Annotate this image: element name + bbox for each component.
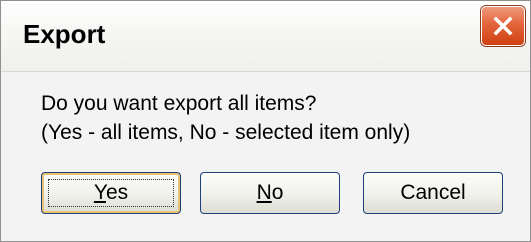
yes-button[interactable]: Yes: [41, 172, 181, 214]
yes-button-label: Yes: [93, 181, 129, 204]
no-button-label: No: [256, 181, 284, 204]
close-button[interactable]: [481, 6, 525, 46]
message-line-1: Do you want export all items?: [41, 92, 317, 115]
no-button[interactable]: No: [200, 172, 340, 214]
cancel-button-label: Cancel: [400, 181, 466, 204]
title-bar[interactable]: Export: [1, 1, 530, 72]
message-line-2: (Yes - all items, No - selected item onl…: [41, 121, 411, 144]
cancel-button[interactable]: Cancel: [363, 172, 503, 214]
close-x-icon: [493, 16, 513, 36]
export-dialog: Export Do you want export all items? (Ye…: [0, 0, 531, 242]
dialog-title: Export: [23, 19, 106, 49]
